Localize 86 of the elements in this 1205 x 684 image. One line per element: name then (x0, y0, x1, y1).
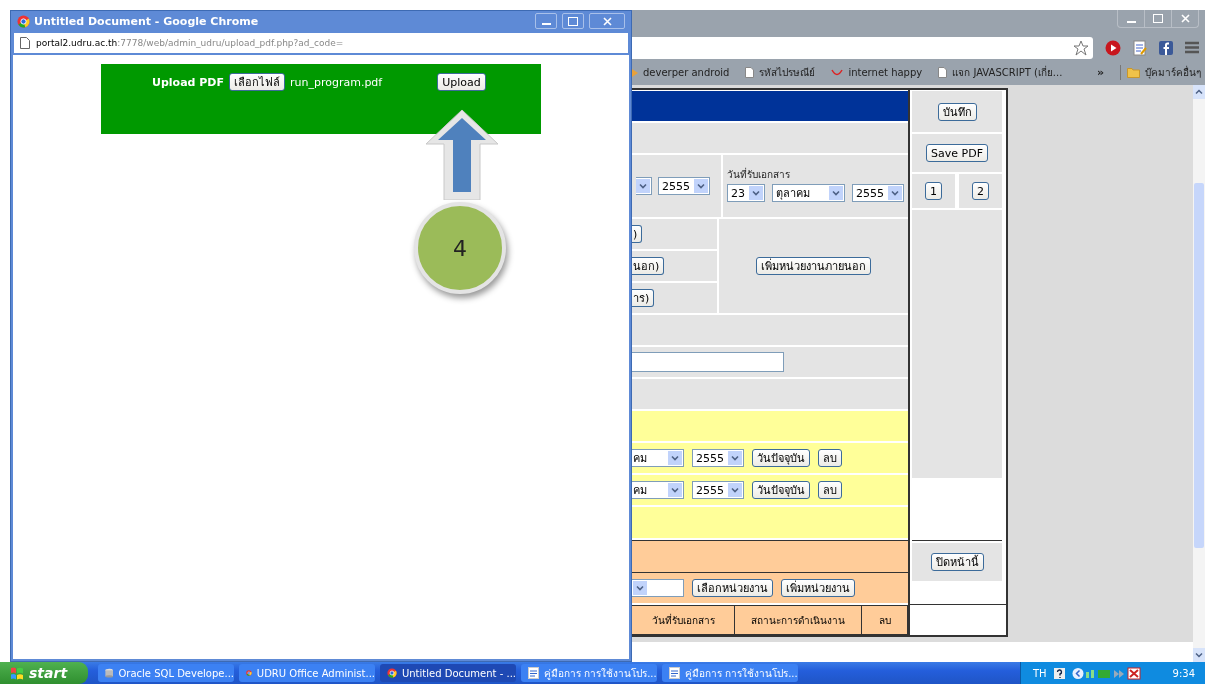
chevron-down-icon (633, 581, 647, 595)
taskbar-button[interactable]: UDRU Office Administ... (239, 664, 375, 682)
taskbar-button[interactable]: Oracle SQL Develope... (98, 664, 234, 682)
close-button[interactable] (589, 13, 625, 29)
maximize-button[interactable] (562, 13, 584, 29)
save-button[interactable]: บันทึก (937, 102, 977, 121)
year-dropdown[interactable]: 2555 (692, 449, 744, 467)
page-button[interactable]: 1 (925, 182, 942, 200)
page-address: portal2.udru.ac.th:7778/web/admin_udru/upload_pdf.php?ad_code= (36, 38, 344, 48)
page-icon (745, 67, 755, 78)
folder-icon (1127, 67, 1140, 78)
select-unit-button[interactable]: เลือกหน่วยงาน (692, 579, 773, 597)
column-header: ลบ (862, 606, 908, 634)
chevron-down-icon (668, 451, 682, 465)
language-indicator[interactable]: TH (1033, 667, 1047, 679)
document-icon (669, 667, 680, 679)
bookmark[interactable]: internet happy (831, 67, 923, 78)
minimize-button[interactable] (535, 13, 557, 29)
year-dropdown[interactable]: 2555 (692, 481, 744, 499)
chevron-down-icon (728, 451, 742, 465)
month-dropdown[interactable]: คม (632, 481, 684, 499)
form-button[interactable]: นอก) (632, 257, 665, 275)
taskbar-button[interactable]: คู่มือการ การใช้งานโปร... (521, 664, 657, 682)
page-icon (20, 37, 30, 49)
delete-button[interactable]: ลบ (818, 449, 842, 467)
notepad-icon[interactable] (1133, 39, 1147, 56)
address-bar[interactable] (632, 36, 1093, 59)
scrollbar[interactable] (1193, 85, 1205, 662)
today-button[interactable]: วันปัจจุบัน (752, 449, 810, 467)
scroll-up-icon[interactable] (1193, 85, 1205, 99)
bookmark[interactable]: รหัสไปรษณีย์ (745, 65, 816, 80)
close-icon (1180, 14, 1190, 23)
windows-flag-icon (10, 666, 24, 680)
dropdown[interactable] (636, 177, 652, 195)
received-date-label: วันที่รับเอกสาร (727, 167, 791, 182)
taskbar-button[interactable]: Untitled Document - ... (380, 664, 516, 682)
taskbar-button[interactable]: คู่มือการ การใช้งานโปร... (662, 664, 798, 682)
column-header: สถานะการดำเนินงาน (735, 606, 862, 634)
menu-icon[interactable] (1185, 41, 1199, 54)
upload-button[interactable]: Upload (437, 73, 486, 91)
chevron-down-icon (728, 483, 742, 497)
window-title: Untitled Document - Google Chrome (34, 14, 259, 28)
month-dropdown[interactable]: ตุลาคม (772, 184, 845, 202)
chevron-down-icon (829, 186, 843, 200)
page-button[interactable]: 2 (972, 182, 989, 200)
year-dropdown[interactable]: 2555 (658, 177, 710, 195)
chevron-down-icon (668, 483, 682, 497)
tray-icons-drawing (1071, 666, 1142, 680)
form-button[interactable]: าร) (632, 289, 655, 307)
triangle-icon (632, 67, 638, 78)
smile-icon (831, 68, 844, 77)
chevron-down-icon (694, 179, 708, 193)
chrome-icon (246, 667, 252, 679)
close-page-button[interactable]: ปิดหน้านี้ (930, 553, 984, 571)
today-button[interactable]: วันปัจจุบัน (752, 481, 810, 499)
bookmark[interactable]: deverper android (632, 67, 730, 78)
chevron-down-icon (636, 179, 650, 193)
text-field[interactable] (632, 352, 784, 372)
more-bookmarks-button[interactable]: » (1096, 66, 1104, 79)
unit-dropdown[interactable] (632, 579, 684, 597)
clock: 9:34 (1172, 667, 1195, 679)
scroll-down-icon[interactable] (1193, 648, 1205, 662)
page-icon (938, 67, 948, 78)
database-icon (105, 667, 114, 679)
file-name: run_program.pdf (289, 75, 383, 89)
upload-label: Upload PDF (152, 75, 224, 89)
add-unit-button[interactable]: เพิ่มหน่วยงาน (781, 579, 855, 597)
chrome-icon (387, 667, 397, 679)
chevron-down-icon (888, 186, 902, 200)
chrome-icon (17, 14, 30, 28)
month-dropdown[interactable]: คม (632, 449, 684, 467)
delete-button[interactable]: ลบ (818, 481, 842, 499)
close-icon (602, 16, 612, 26)
other-bookmarks-folder[interactable]: บุ๊คมาร์คอื่นๆ (1120, 65, 1201, 80)
star-icon[interactable] (1073, 39, 1089, 56)
help-icon[interactable] (1053, 667, 1065, 679)
year-dropdown[interactable]: 2555 (852, 184, 904, 202)
save-pdf-button[interactable]: Save PDF (926, 144, 988, 162)
add-external-unit-button[interactable]: เพิ่มหน่วยงานภายนอก (756, 257, 871, 275)
facebook-icon[interactable] (1159, 40, 1173, 55)
play-icon[interactable] (1105, 39, 1121, 56)
chevron-down-icon (749, 186, 763, 200)
day-dropdown[interactable]: 23 (727, 184, 765, 202)
document-icon (528, 667, 539, 679)
choose-file-button[interactable]: เลือกไฟล์ (228, 73, 285, 91)
bookmark[interactable]: แจก JAVASCRIPT (เกี่ย... (938, 65, 1063, 80)
